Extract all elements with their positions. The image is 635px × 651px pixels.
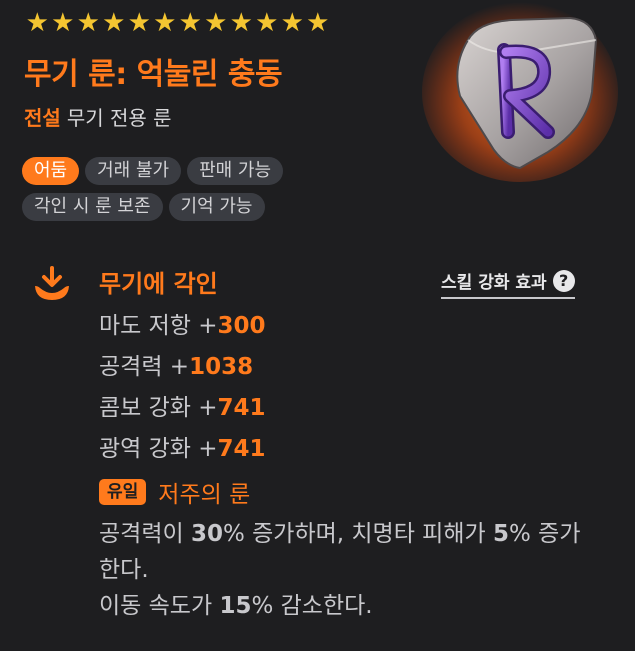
- star-icon: ★: [280, 8, 304, 38]
- unique-badge: 유일: [99, 479, 147, 505]
- item-type: 무기 전용 룬: [66, 106, 172, 130]
- description-value: 30: [190, 521, 223, 547]
- stat-value: 741: [217, 436, 266, 462]
- stat-row: 마도 저항 +300: [99, 310, 266, 351]
- item-grade: 전설: [24, 106, 61, 130]
- item-subtitle: 전설 무기 전용 룬: [24, 102, 172, 131]
- stat-value: 300: [217, 313, 266, 339]
- star-rating: ★ ★ ★ ★ ★ ★ ★ ★ ★ ★ ★ ★: [24, 8, 330, 38]
- stat-list: 마도 저항 +300 공격력 +1038 콤보 강화 +741 광역 강화 +7…: [99, 310, 266, 474]
- star-icon: ★: [153, 8, 176, 38]
- skill-enhance-link[interactable]: 스킬 강화 효과 ?: [441, 268, 575, 299]
- stat-label: 마도 저항 +: [99, 313, 218, 339]
- stat-value: 1038: [189, 354, 254, 380]
- description-value: 15: [219, 593, 252, 619]
- star-icon: ★: [204, 8, 227, 38]
- skill-enhance-label: 스킬 강화 효과: [441, 273, 547, 293]
- item-title: 무기 룬: 억눌린 충동: [24, 57, 283, 92]
- tag-element: 어둠: [22, 157, 80, 185]
- unique-effect: 유일 저주의 룬: [99, 475, 250, 509]
- star-icon: ★: [306, 8, 329, 38]
- stat-label: 콤보 강화 +: [99, 395, 218, 421]
- description-text: % 증가하며, 치명타 피해가: [222, 521, 493, 547]
- tag-list: 어둠 거래 불가 판매 가능 각인 시 룬 보존 기억 가능: [22, 157, 382, 221]
- star-icon: ★: [229, 8, 253, 38]
- star-icon: ★: [255, 8, 278, 38]
- help-icon: ?: [552, 269, 575, 292]
- star-icon: ★: [76, 8, 100, 38]
- tag-memory: 기억 가능: [168, 193, 265, 221]
- description-text: 이동 속도가: [99, 593, 220, 619]
- stat-row: 공격력 +1038: [99, 351, 266, 392]
- star-icon: ★: [178, 8, 202, 38]
- tag-engrave-preserve: 각인 시 룬 보존: [22, 193, 163, 221]
- stat-row: 콤보 강화 +741: [99, 392, 266, 433]
- tag-sell: 판매 가능: [187, 157, 284, 185]
- stat-row: 광역 강화 +741: [99, 433, 266, 474]
- stat-label: 공격력 +: [99, 354, 190, 380]
- effect-description: 공격력이 30% 증가하며, 치명타 피해가 5% 증가한다. 이동 속도가 1…: [99, 516, 599, 624]
- description-text: % 감소한다.: [251, 593, 373, 619]
- description-value: 5: [492, 521, 509, 547]
- unique-effect-name: 저주의 룬: [158, 482, 251, 508]
- stat-value: 741: [217, 395, 266, 421]
- star-icon: ★: [102, 8, 125, 38]
- star-icon: ★: [51, 8, 74, 38]
- description-line: 공격력이 30% 증가하며, 치명타 피해가 5% 증가한다.: [99, 516, 599, 588]
- description-text: 공격력이: [99, 521, 191, 547]
- engrave-title: 무기에 각인: [99, 270, 218, 298]
- star-icon: ★: [127, 8, 151, 38]
- star-icon: ★: [25, 8, 49, 38]
- stat-label: 광역 강화 +: [99, 436, 218, 462]
- rune-stone-icon: [422, 2, 618, 182]
- description-line: 이동 속도가 15% 감소한다.: [99, 588, 599, 624]
- tag-trade: 거래 불가: [85, 157, 182, 185]
- engrave-download-icon: [35, 266, 69, 300]
